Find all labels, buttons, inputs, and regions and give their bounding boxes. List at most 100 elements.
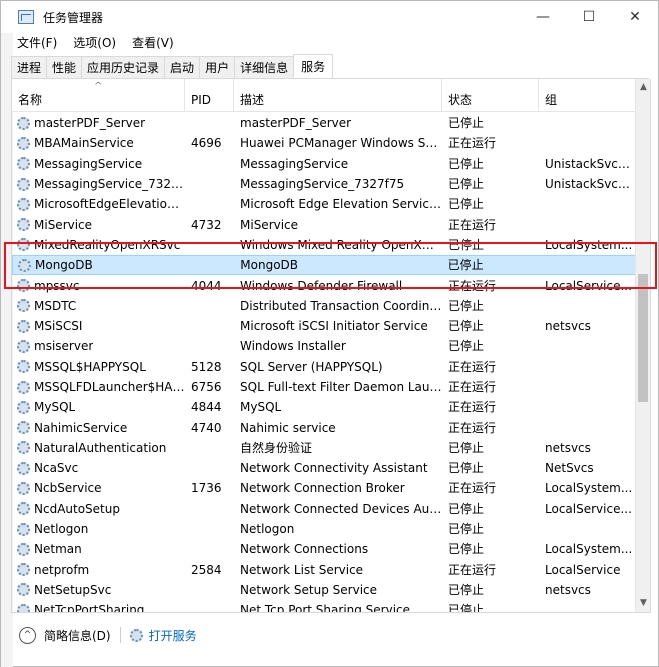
scroll-up-arrow-icon[interactable]: ▲: [636, 79, 650, 96]
tab-performance[interactable]: 性能: [46, 56, 82, 78]
service-name: MixedRealityOpenXRSvc: [34, 237, 181, 252]
table-row[interactable]: MySQL 4844 MySQL 正在运行: [12, 397, 636, 417]
service-name-cell: NetSetupSvc: [12, 580, 185, 600]
table-row[interactable]: MiService 4732 MiService 正在运行: [12, 214, 636, 234]
table-row-selected[interactable]: MongoDB MongoDB 已停止: [12, 255, 636, 276]
service-name-cell: netprofm: [12, 560, 185, 580]
table-row[interactable]: NcbService 1736 Network Connection Broker 正…: [12, 478, 636, 498]
table-row[interactable]: MSSQLFDLauncher$HAP... 6756 SQL Full-text …: [12, 377, 636, 397]
table-row[interactable]: NetTcpPortSharing Net.Tcp Port Sharing Se…: [12, 600, 636, 613]
service-group: LocalSystem...: [545, 237, 633, 252]
tab-processes[interactable]: 进程: [11, 56, 47, 78]
service-description: Windows Mixed Reality OpenXR ...: [240, 237, 442, 252]
service-description: Windows Installer: [240, 339, 346, 354]
service-name: MySQL: [34, 400, 76, 415]
service-status: 已停止: [448, 237, 485, 252]
close-button[interactable]: ✕: [612, 1, 658, 33]
service-description: Network Setup Service: [240, 582, 378, 597]
service-name-cell: Netman: [12, 539, 185, 559]
vertical-scrollbar[interactable]: ▲ ▼: [635, 79, 650, 612]
service-name: NetTcpPortSharing: [34, 603, 145, 613]
table-row[interactable]: NcaSvc Network Connectivity Assistant 已停止 N…: [12, 458, 636, 478]
service-gear-icon: [17, 441, 30, 455]
service-name-cell: Netlogon: [12, 519, 185, 539]
table-row[interactable]: msiserver Windows Installer 已停止: [12, 336, 636, 356]
table-row[interactable]: MSDTC Distributed Transaction Coordina...…: [12, 296, 636, 316]
tab-details[interactable]: 详细信息: [234, 56, 294, 78]
service-group: LocalSystem...: [545, 542, 633, 557]
menu-file[interactable]: 文件(F): [9, 33, 65, 53]
maximize-button[interactable]: ☐: [566, 1, 612, 33]
service-name-cell: NetTcpPortSharing: [12, 600, 185, 613]
service-name-cell: msiserver: [12, 336, 185, 356]
service-gear-icon: [17, 319, 30, 333]
window-controls: — ☐ ✕: [520, 1, 658, 33]
chevron-up-icon[interactable]: ^: [19, 626, 36, 644]
service-description: Windows Defender Firewall: [240, 278, 403, 293]
service-status: 正在运行: [448, 359, 497, 374]
table-header: ^ 名称 PID 描述 状态 组: [12, 79, 636, 112]
table-row[interactable]: MSSQL$HAPPYSQL 5128 SQL Server (HAPPYSQL) 正…: [12, 357, 636, 377]
column-header-name-label: 名称: [18, 93, 43, 107]
service-name-cell: NahimicService: [12, 418, 185, 438]
service-name: MBAMainService: [34, 136, 134, 151]
open-services-link[interactable]: 打开服务: [149, 627, 197, 644]
tab-users[interactable]: 用户: [199, 56, 235, 78]
service-group: LocalSystem...: [545, 481, 633, 496]
service-status: 正在运行: [448, 562, 497, 577]
service-gear-icon: [17, 461, 30, 475]
fewer-details-link[interactable]: 简略信息(D): [44, 627, 111, 644]
title-bar[interactable]: 任务管理器 — ☐ ✕: [1, 1, 658, 33]
minimize-button[interactable]: —: [520, 1, 566, 33]
table-row[interactable]: NcdAutoSetup Network Connected Devices Au…: [12, 499, 636, 519]
service-pid: 4740: [191, 420, 222, 435]
service-gear-icon: [17, 380, 30, 394]
table-row[interactable]: Netman Network Connections 已停止 LocalSystem.…: [12, 539, 636, 559]
menu-view[interactable]: 查看(V): [124, 33, 182, 53]
table-row[interactable]: MessagingService_7327f... MessagingServic…: [12, 174, 636, 194]
menu-options[interactable]: 选项(O): [65, 33, 124, 53]
scroll-thumb[interactable]: [638, 274, 648, 402]
table-row[interactable]: NaturalAuthentication 自然身份验证 已停止 netsvcs: [12, 438, 636, 458]
table-row[interactable]: masterPDF_Server masterPDF_Server 已停止: [12, 113, 636, 133]
service-description: SQL Server (HAPPYSQL): [240, 359, 383, 374]
service-group: LocalService: [545, 562, 621, 577]
table-row[interactable]: mpssvc 4044 Windows Defender Firewall 正在运行 L…: [12, 275, 636, 295]
service-status: 已停止: [448, 116, 485, 131]
table-row[interactable]: MicrosoftEdgeElevationS... Microsoft Edge…: [12, 194, 636, 214]
service-name: MessagingService_7327f...: [34, 177, 185, 192]
service-status: 已停止: [448, 522, 485, 537]
table-row[interactable]: NahimicService 4740 Nahimic service 正在运行: [12, 417, 636, 437]
scroll-down-arrow-icon[interactable]: ▼: [636, 595, 650, 612]
column-header-status[interactable]: 状态: [442, 79, 539, 112]
service-gear-icon: [17, 197, 30, 211]
column-header-description[interactable]: 描述: [234, 79, 442, 112]
service-name-cell: MSiSCSI: [12, 316, 185, 336]
tab-services[interactable]: 服务: [293, 54, 334, 78]
table-row[interactable]: MixedRealityOpenXRSvc Windows Mixed Reali…: [12, 235, 636, 255]
service-pid: 4844: [191, 400, 222, 415]
column-header-name[interactable]: ^ 名称: [12, 79, 185, 112]
table-row[interactable]: Netlogon Netlogon 已停止: [12, 519, 636, 539]
tab-startup[interactable]: 启动: [164, 56, 200, 78]
service-description: Network List Service: [240, 562, 364, 577]
service-status: 已停止: [448, 542, 485, 557]
task-manager-icon: [18, 10, 34, 24]
service-description: Network Connected Devices Aut...: [240, 501, 442, 516]
service-gear-icon: [18, 258, 31, 272]
table-row[interactable]: MBAMainService 4696 Huawei PCManager Windo…: [12, 133, 636, 153]
table-row[interactable]: netprofm 2584 Network List Service 正在运行 Loca…: [12, 560, 636, 580]
service-name: MongoDB: [35, 258, 93, 273]
column-header-group[interactable]: 组: [539, 79, 636, 112]
tab-app-history[interactable]: 应用历史记录: [81, 56, 165, 78]
service-status: 已停止: [448, 298, 485, 313]
service-name: MessagingService: [34, 156, 143, 171]
table-row[interactable]: NetSetupSvc Network Setup Service 已停止 netsv…: [12, 580, 636, 600]
service-group: netsvcs: [545, 319, 591, 334]
column-header-pid[interactable]: PID: [185, 79, 234, 112]
service-name-cell: MiService: [12, 215, 185, 235]
table-row[interactable]: MSiSCSI Microsoft iSCSI Initiator Service…: [12, 316, 636, 336]
table-row[interactable]: MessagingService MessagingService 已停止 Unist…: [12, 154, 636, 174]
service-name: Netman: [34, 542, 82, 557]
service-gear-icon: [17, 502, 30, 516]
